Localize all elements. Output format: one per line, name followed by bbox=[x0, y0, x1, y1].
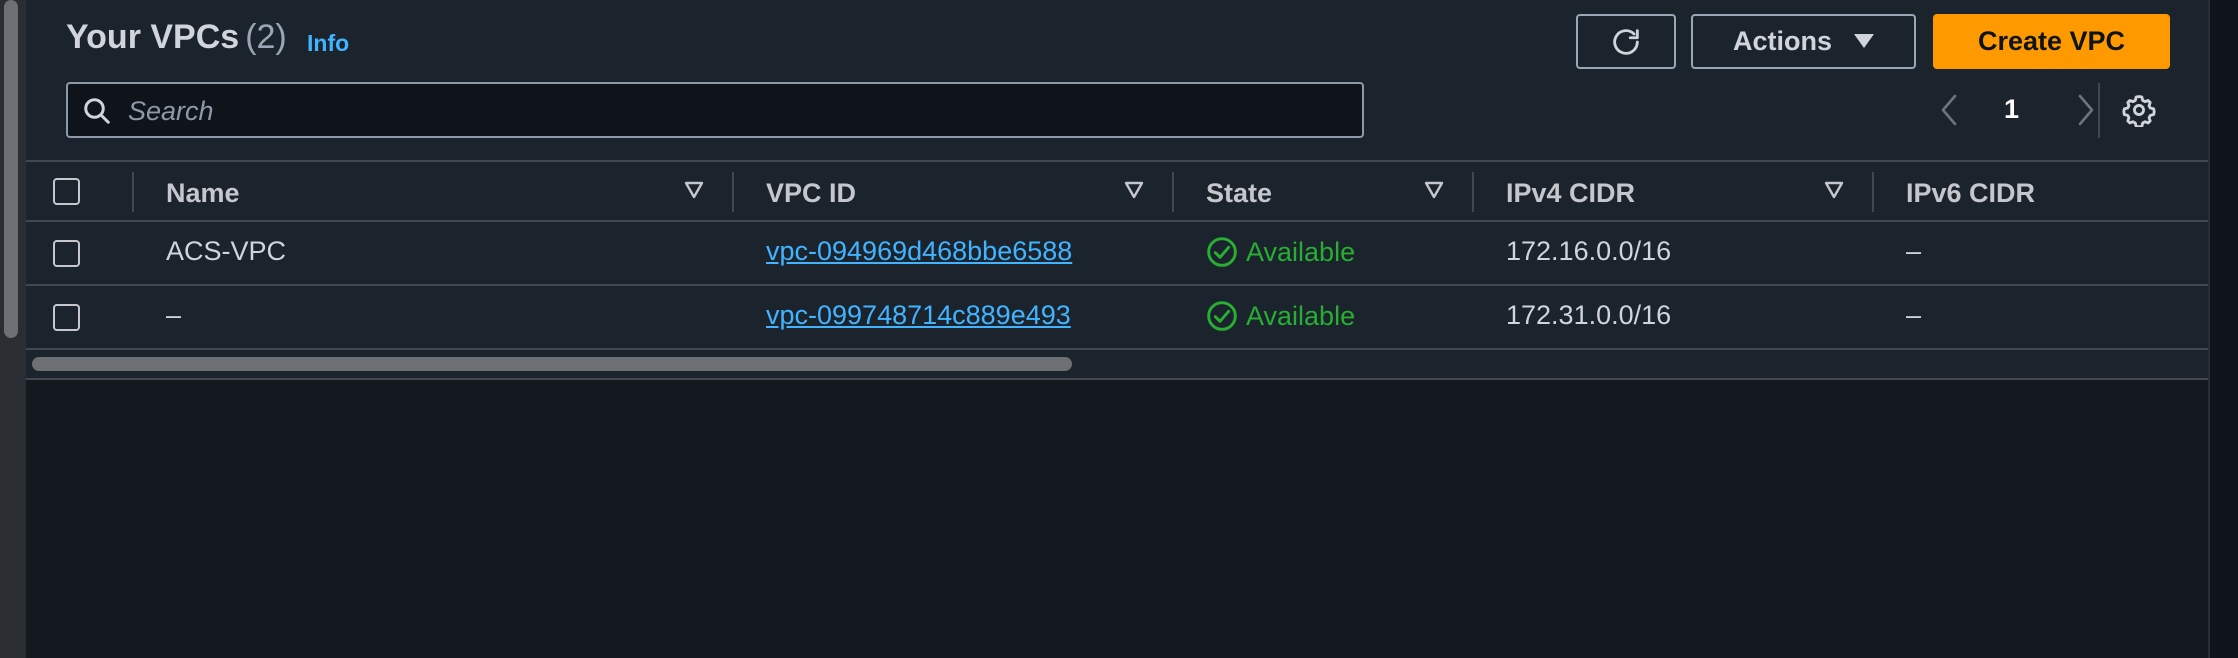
status-indicator: Available bbox=[1206, 236, 1355, 268]
cell-ipv4-cidr: 172.31.0.0/16 bbox=[1506, 300, 1672, 330]
actions-button[interactable]: Actions bbox=[1691, 14, 1916, 69]
column-header-ipv4-cidr[interactable]: IPv4 CIDR bbox=[1506, 178, 1635, 209]
search-icon bbox=[84, 98, 110, 124]
row-checkbox[interactable] bbox=[53, 240, 80, 267]
page-title: Your VPCs (2) bbox=[66, 18, 287, 57]
status-text: Available bbox=[1246, 300, 1356, 331]
vertical-scrollbar-thumb[interactable] bbox=[4, 0, 18, 338]
column-header-vpc-id[interactable]: VPC ID bbox=[766, 178, 856, 209]
cell-ipv6-cidr: – bbox=[1906, 236, 1922, 266]
actions-label: Actions bbox=[1732, 26, 1832, 56]
column-divider bbox=[132, 172, 134, 212]
status-indicator: Available bbox=[1206, 300, 1355, 332]
vpc-count: (2) bbox=[245, 18, 287, 56]
select-all-checkbox[interactable] bbox=[53, 178, 80, 205]
refresh-button[interactable] bbox=[1576, 14, 1676, 69]
sort-icon[interactable] bbox=[684, 180, 704, 200]
cell-ipv6-cidr: – bbox=[1906, 300, 1922, 330]
right-edge bbox=[2208, 0, 2238, 658]
vertical-scrollbar[interactable] bbox=[0, 0, 26, 658]
row-checkbox[interactable] bbox=[53, 304, 80, 331]
chevron-right-icon[interactable] bbox=[2074, 92, 2096, 128]
column-divider bbox=[732, 172, 734, 212]
column-header-name[interactable]: Name bbox=[166, 178, 240, 209]
column-header-state[interactable]: State bbox=[1206, 178, 1272, 209]
vpc-table-container: Your VPCs(2) Info Actions Create VPC 1 bbox=[26, 0, 2208, 380]
column-divider bbox=[1172, 172, 1174, 212]
create-vpc-button[interactable]: Create VPC bbox=[1933, 14, 2170, 69]
horizontal-scrollbar-thumb[interactable] bbox=[32, 357, 1072, 371]
status-check-icon bbox=[1207, 301, 1237, 331]
horizontal-scrollbar[interactable] bbox=[26, 352, 2208, 376]
sort-icon[interactable] bbox=[1424, 180, 1444, 200]
status-check-icon bbox=[1207, 237, 1237, 267]
column-divider bbox=[1472, 172, 1474, 212]
search-field[interactable] bbox=[66, 82, 1364, 138]
vpc-id-link[interactable]: vpc-099748714c889e493 bbox=[766, 300, 1071, 331]
search-input[interactable] bbox=[126, 84, 1350, 138]
column-divider bbox=[1872, 172, 1874, 212]
page-title-text: Your VPCs bbox=[66, 18, 240, 56]
current-page-number[interactable]: 1 bbox=[2004, 94, 2019, 125]
refresh-icon bbox=[1613, 28, 1639, 55]
cell-name: ACS-VPC bbox=[166, 236, 287, 266]
table-header: Name VPC ID State IPv4 CIDR IPv6 CIDR bbox=[26, 160, 2208, 222]
info-link[interactable]: Info bbox=[307, 30, 349, 57]
page: Your VPCs(2) Info Actions Create VPC 1 bbox=[0, 0, 2238, 658]
status-text: Available bbox=[1246, 236, 1356, 267]
caret-down-icon bbox=[1854, 33, 1874, 48]
vpc-id-link[interactable]: vpc-094969d468bbe6588 bbox=[766, 236, 1072, 267]
chevron-left-icon[interactable] bbox=[1939, 92, 1961, 128]
sort-icon[interactable] bbox=[1124, 180, 1144, 200]
cell-ipv4-cidr: 172.16.0.0/16 bbox=[1506, 236, 1672, 266]
pagination-divider bbox=[2098, 83, 2100, 138]
cell-name: – bbox=[166, 300, 182, 330]
table-row[interactable]: ACS-VPC vpc-094969d468bbe6588 Available … bbox=[26, 222, 2208, 286]
settings-icon[interactable] bbox=[2122, 93, 2156, 127]
sort-icon[interactable] bbox=[1824, 180, 1844, 200]
table-row[interactable]: – vpc-099748714c889e493 Available 172.31… bbox=[26, 286, 2208, 350]
column-header-ipv6-cidr[interactable]: IPv6 CIDR bbox=[1906, 178, 2035, 209]
